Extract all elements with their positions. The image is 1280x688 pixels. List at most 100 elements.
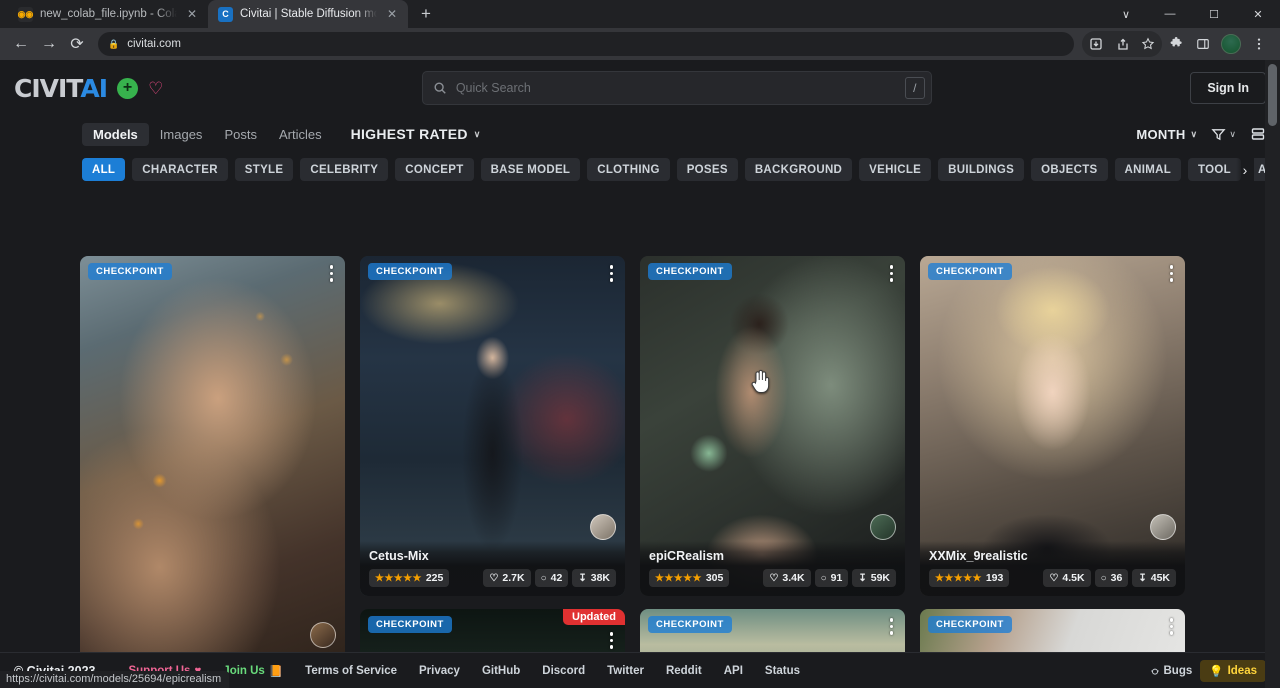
chip-vehicle[interactable]: VEHICLE (859, 158, 931, 181)
card-top-bar: CHECKPOINT (648, 263, 897, 284)
badge-checkpoint: CHECKPOINT (88, 263, 172, 280)
engagement-pills: ♡3.4K ○91 ↧59K (763, 569, 896, 587)
chip-background[interactable]: BACKGROUND (745, 158, 852, 181)
rating-count: 225 (426, 572, 444, 584)
heart-icon: ♡ (769, 573, 778, 584)
sign-in-button[interactable]: Sign In (1190, 72, 1266, 104)
browser-window: ◉◉ new_colab_file.ipynb - Colaboratory ✕… (0, 0, 1280, 688)
chip-celebrity[interactable]: CELEBRITY (300, 158, 388, 181)
minimize-button[interactable]: — (1148, 0, 1192, 28)
ideas-label: Ideas (1228, 665, 1257, 677)
browser-tab-civitai[interactable]: C Civitai | Stable Diffusion models, ✕ (208, 0, 408, 28)
chip-objects[interactable]: OBJECTS (1031, 158, 1107, 181)
footer-link-privacy[interactable]: Privacy (408, 665, 471, 677)
rating-pill: ★★★★★ 193 (929, 569, 1009, 587)
sidebar-icon[interactable] (1190, 31, 1216, 57)
chevron-right-icon[interactable]: › (1236, 158, 1254, 181)
footer-link-api[interactable]: API (713, 665, 754, 677)
model-card-dreamshaper[interactable]: CHECKPOINT DreamShaper (80, 256, 345, 688)
chip-concept[interactable]: CONCEPT (395, 158, 473, 181)
card-kebab-menu[interactable] (1166, 263, 1178, 284)
chip-clothing[interactable]: CLOTHING (587, 158, 669, 181)
back-icon[interactable]: ← (8, 31, 34, 57)
colab-icon: ◉◉ (18, 7, 33, 22)
period-dropdown[interactable]: MONTH ∨ (1136, 127, 1197, 142)
maximize-button[interactable]: ☐ (1192, 0, 1236, 28)
chip-buildings[interactable]: BUILDINGS (938, 158, 1024, 181)
tab-models[interactable]: Models (82, 123, 149, 146)
card-kebab-menu[interactable] (1166, 616, 1178, 637)
profile-avatar[interactable] (1221, 34, 1241, 54)
card-kebab-menu[interactable] (606, 630, 618, 651)
card-kebab-menu[interactable] (886, 616, 898, 637)
chip-tool[interactable]: TOOL (1188, 158, 1241, 181)
browser-tab-colab[interactable]: ◉◉ new_colab_file.ipynb - Colaboratory ✕ (8, 0, 208, 28)
model-card-cetus-mix[interactable]: CHECKPOINT Cetus-Mix ★★★★★ 225 ♡2.7K (360, 256, 625, 596)
share-icon[interactable] (1109, 31, 1135, 57)
page-scrollbar[interactable] (1265, 60, 1280, 688)
extensions-puzzle-icon[interactable] (1163, 31, 1189, 57)
model-card-epicrealism[interactable]: CHECKPOINT epiCRealism ★★★★★ 305 ♡3. (640, 256, 905, 596)
model-card-xxmix[interactable]: CHECKPOINT XXMix_9realistic ★★★★★ 193 (920, 256, 1185, 596)
card-kebab-menu[interactable] (886, 263, 898, 284)
likes-count: 4.5K (1062, 572, 1084, 584)
tab-posts[interactable]: Posts (213, 123, 268, 146)
model-grid: CHECKPOINT DreamShaper CHECKPOINT (80, 256, 1200, 688)
rating-pill: ★★★★★ 225 (369, 569, 449, 587)
forward-icon[interactable]: → (36, 31, 62, 57)
grid-column-2: CHECKPOINT Cetus-Mix ★★★★★ 225 ♡2.7K (360, 256, 625, 688)
civitai-logo[interactable]: CIVITAI (14, 74, 107, 103)
likes-count: 3.4K (782, 572, 804, 584)
card-kebab-menu[interactable] (326, 263, 338, 284)
footer-link-twitter[interactable]: Twitter (596, 665, 655, 677)
avatar[interactable] (310, 622, 336, 648)
lock-icon: 🔒 (108, 39, 119, 50)
chip-style[interactable]: STYLE (235, 158, 294, 181)
stars-icon: ★★★★★ (655, 573, 702, 584)
close-window-button[interactable]: ✕ (1236, 0, 1280, 28)
search-area: Quick Search / (173, 71, 1180, 105)
tab-images[interactable]: Images (149, 123, 214, 146)
chip-poses[interactable]: POSES (677, 158, 738, 181)
card-title: XXMix_9realistic (929, 549, 1176, 563)
tab-articles[interactable]: Articles (268, 123, 333, 146)
new-tab-button[interactable]: + (412, 0, 440, 28)
chip-animal[interactable]: ANIMAL (1115, 158, 1182, 181)
address-bar[interactable]: 🔒 civitai.com (98, 32, 1074, 56)
close-icon[interactable]: ✕ (384, 6, 400, 22)
layout-toggle-icon (1250, 126, 1266, 142)
filter-button[interactable]: ∨ (1211, 127, 1236, 142)
ideas-button[interactable]: 💡 Ideas (1200, 660, 1266, 682)
card-top-bar: CHECKPOINT (88, 263, 337, 284)
search-input[interactable]: Quick Search / (422, 71, 932, 105)
heart-icon[interactable]: ♡ (148, 80, 163, 97)
card-kebab-menu[interactable] (606, 263, 618, 284)
footer-link-terms[interactable]: Terms of Service (294, 665, 408, 677)
bookmark-star-icon[interactable] (1135, 31, 1161, 57)
download-icon: ↧ (578, 573, 586, 584)
chip-all[interactable]: ALL (82, 158, 125, 181)
footer-link-discord[interactable]: Discord (531, 665, 596, 677)
footer-link-status[interactable]: Status (754, 665, 811, 677)
comments-count: 42 (551, 572, 563, 584)
footer-link-github[interactable]: GitHub (471, 665, 531, 677)
rating-count: 193 (986, 572, 1004, 584)
install-icon[interactable] (1083, 31, 1109, 57)
tab-search-icon[interactable]: ∨ (1104, 0, 1148, 28)
chip-base-model[interactable]: BASE MODEL (481, 158, 581, 181)
logo-accent-text: AI (80, 74, 107, 103)
sort-value: HIGHEST RATED (351, 126, 468, 142)
page-content: CIVITAI + ♡ Quick Search / Sign In Model… (0, 60, 1280, 688)
kebab-menu-icon[interactable] (1246, 31, 1272, 57)
chip-character[interactable]: CHARACTER (132, 158, 228, 181)
layout-toggle-button[interactable] (1250, 126, 1266, 142)
scrollbar-thumb[interactable] (1268, 64, 1277, 126)
sort-dropdown[interactable]: HIGHEST RATED ∨ (351, 126, 481, 142)
badge-updated: Updated (563, 609, 625, 625)
reload-icon[interactable]: ⟳ (64, 31, 90, 57)
footer-link-reddit[interactable]: Reddit (655, 665, 713, 677)
bug-icon (1150, 666, 1160, 676)
create-plus-icon[interactable]: + (117, 78, 138, 99)
bugs-button[interactable]: Bugs (1150, 665, 1193, 677)
close-icon[interactable]: ✕ (184, 6, 200, 22)
